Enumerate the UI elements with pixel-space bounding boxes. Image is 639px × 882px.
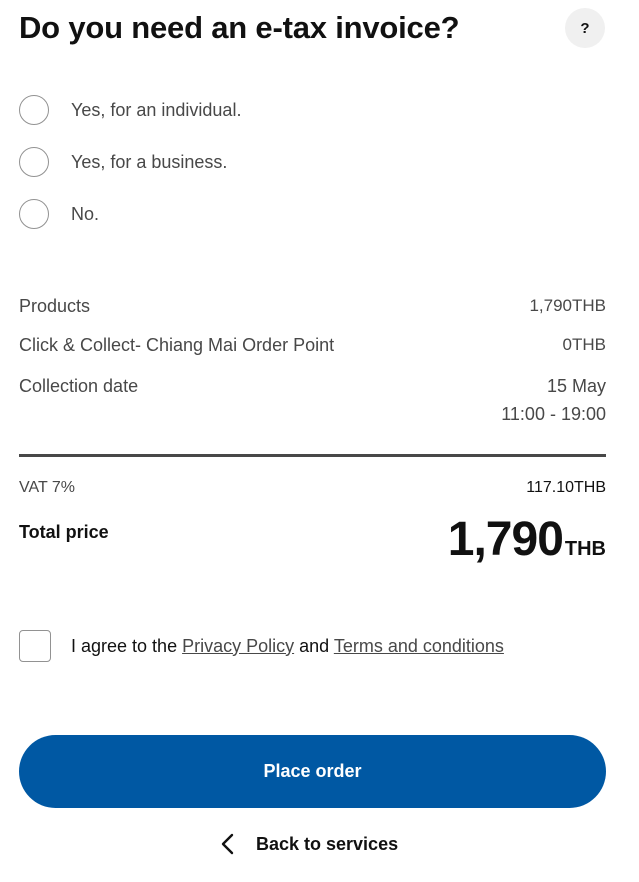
radio-button[interactable] — [19, 199, 49, 229]
invoice-option-business[interactable]: Yes, for a business. — [19, 147, 227, 177]
collect-label: Click & Collect- Chiang Mai Order Point — [19, 335, 335, 355]
radio-button[interactable] — [19, 147, 49, 177]
summary-collect-row: Click & Collect- Chiang Mai Order Point … — [19, 335, 606, 356]
vat-value: 117.10THB — [526, 479, 606, 496]
total-price-amount: 1,790 — [447, 513, 564, 566]
agree-checkbox[interactable] — [19, 630, 51, 662]
radio-button[interactable] — [19, 95, 49, 125]
back-to-services-label: Back to services — [256, 833, 399, 854]
collect-value: 0THB — [562, 335, 606, 354]
agreement-text: I agree to the Privacy Policy and Terms … — [71, 636, 504, 657]
collection-date-values: 15 May 11:00 - 19:00 — [501, 372, 606, 428]
help-button[interactable]: ? — [565, 8, 605, 48]
page-title: Do you need an e-tax invoice? — [19, 10, 460, 45]
summary-products-row: Products 1,790THB — [19, 296, 606, 317]
vat-row: VAT 7% 117.10THB — [19, 479, 606, 497]
agreement-prefix: I agree to the — [71, 635, 183, 656]
total-price-currency: THB — [564, 538, 606, 560]
terms-link[interactable]: Terms and conditions — [334, 636, 504, 656]
invoice-option-label: No. — [71, 203, 100, 224]
total-price: 1,790 THB — [448, 512, 606, 567]
place-order-button[interactable]: Place order — [19, 735, 606, 808]
collection-time-value: 11:00 - 19:00 — [501, 404, 606, 424]
collection-date-label: Collection date — [19, 376, 139, 396]
vat-label: VAT 7% — [19, 479, 76, 496]
summary-collection-date-row: Collection date 15 May 11:00 - 19:00 — [19, 372, 606, 428]
invoice-option-label: Yes, for a business. — [71, 151, 228, 172]
products-value: 1,790THB — [529, 296, 606, 315]
invoice-option-no[interactable]: No. — [19, 199, 99, 229]
products-label: Products — [19, 296, 91, 316]
back-to-services-link[interactable]: Back to services — [220, 832, 398, 856]
total-price-label: Total price — [19, 522, 109, 542]
summary-divider — [19, 454, 606, 457]
privacy-policy-link[interactable]: Privacy Policy — [182, 636, 294, 656]
invoice-option-individual[interactable]: Yes, for an individual. — [19, 95, 241, 125]
invoice-option-label: Yes, for an individual. — [71, 99, 242, 120]
chevron-left-icon — [220, 832, 240, 856]
agreement-middle: and — [294, 635, 334, 656]
collection-date-value: 15 May — [546, 376, 606, 396]
terms-agreement: I agree to the Privacy Policy and Terms … — [19, 630, 504, 662]
